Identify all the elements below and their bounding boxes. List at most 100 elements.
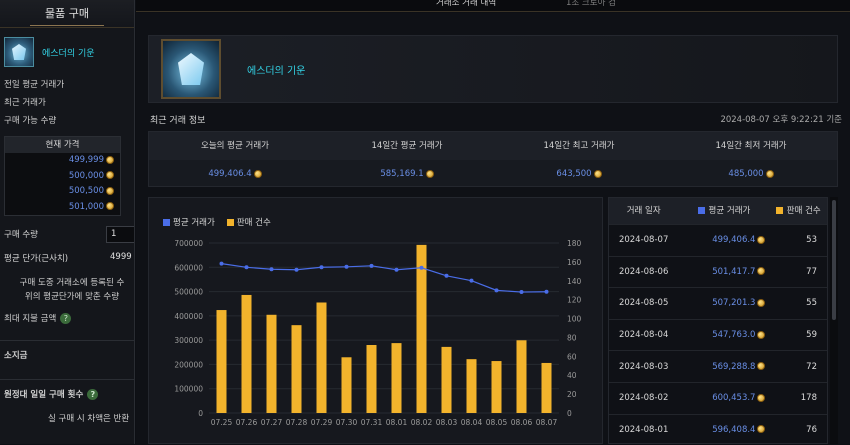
x-tick: 08.03 (436, 418, 458, 427)
row-count: 53 (806, 235, 817, 246)
line-point (494, 288, 499, 293)
price-chart-card: 평균 거래가 판매 건수 0 100000 200000 300000 400000 50… (148, 197, 603, 444)
y-tick-left: 400000 (174, 312, 203, 321)
table-body: 2024-08-07 499,406.4 53 2024-08-06 501,417.7… (609, 224, 827, 445)
trade-history-table: 거래 일자 평균 거래가 판매 건수 2024-08-07 499,406.4 53… (608, 197, 828, 444)
x-tick: 08.02 (411, 418, 433, 427)
item-row[interactable]: 에스더의 기운 (0, 28, 134, 76)
stats-header: 14일간 평균 거래가 (371, 141, 443, 151)
stats-value: 499,406.4 (149, 160, 321, 188)
line-point (394, 267, 399, 272)
x-tick: 07.28 (286, 418, 308, 427)
gold-coin-icon (757, 362, 766, 371)
x-tick: 08.07 (536, 418, 558, 427)
refund-notice: 실 구매 시 차액은 반환 (48, 414, 130, 424)
stats-value-text: 485,000 (728, 169, 764, 179)
table-scrollbar[interactable] (830, 197, 838, 444)
tab-other[interactable]: 1초 크로아 검 (566, 0, 616, 8)
bar (316, 302, 327, 413)
y-tick-right: 0 (567, 409, 572, 418)
price-value: 500,000 (68, 170, 104, 181)
item-hero: 에스더의 기운 (148, 35, 838, 103)
gold-coin-icon (757, 425, 766, 434)
line-point (519, 290, 524, 295)
help-icon[interactable]: ? (60, 313, 72, 324)
x-tick: 08.04 (461, 418, 483, 427)
stats-header: 14일간 최고 거래가 (543, 141, 615, 151)
trade-timestamp: 2024-08-07 오후 9:22:21 기준 (720, 115, 842, 125)
stats-value-text: 499,406.4 (208, 169, 252, 179)
help-icon[interactable]: ? (87, 389, 99, 400)
row-date: 2024-08-06 (618, 266, 669, 277)
gold-coin-icon (757, 330, 766, 339)
row-price: 547,763.0 (678, 330, 769, 340)
line-point (294, 267, 299, 272)
y-tick-left: 300000 (174, 336, 203, 345)
row-price-text: 600,453.7 (712, 393, 756, 404)
notice-line-1: 구매 도중 거래소에 등록된 수 (19, 278, 125, 288)
table-row[interactable]: 2024-08-01 596,408.4 76 (609, 413, 827, 445)
current-price-header: 현재 가격 (5, 137, 120, 153)
y-tick-right: 40 (567, 371, 577, 380)
table-row[interactable]: 2024-08-03 569,288.8 72 (609, 350, 827, 382)
x-tick: 07.31 (361, 418, 383, 427)
line-point (369, 263, 374, 268)
row-count: 76 (806, 424, 817, 435)
line-square-icon (697, 207, 705, 214)
bar (391, 343, 402, 413)
quantity-input[interactable]: 1 (106, 225, 134, 243)
bar (241, 294, 252, 413)
y-tick-left: 0 (198, 409, 203, 418)
price-line[interactable]: 499,999 (5, 153, 120, 169)
unit-price-row: 평균 단가(근사치) 4999 (0, 246, 134, 270)
table-row[interactable]: 2024-08-06 501,417.7 77 (609, 255, 827, 288)
notice-line-2: 위의 평균단가에 맞춘 수량 (24, 292, 120, 302)
line-point (469, 278, 474, 283)
col-date: 거래 일자 (626, 206, 661, 216)
bar (291, 325, 302, 413)
gold-coin-icon (106, 186, 114, 195)
bar (541, 362, 552, 413)
tab-trade-history[interactable]: 거래소 거래 내역 (436, 0, 496, 8)
line-point (244, 265, 249, 270)
price-line[interactable]: 500,500 (5, 184, 120, 200)
line-point (319, 265, 324, 270)
table-row[interactable]: 2024-08-02 600,453.7 178 (609, 381, 827, 414)
y-tick-left: 700000 (174, 239, 203, 248)
y-tick-left: 100000 (174, 385, 203, 394)
col-avg-price: 평균 거래가 (678, 198, 769, 224)
table-row[interactable]: 2024-08-04 547,763.0 59 (609, 318, 827, 351)
row-count: 178 (800, 393, 817, 404)
purchase-panel: 물품 구매 에스더의 기운 전일 평균 거래가 최근 거래가 구매 가능 수량 … (0, 0, 135, 444)
line-point (444, 273, 449, 278)
gold-coin-icon (757, 267, 766, 276)
scrollbar-thumb[interactable] (832, 200, 836, 320)
line-point (544, 289, 549, 294)
row-price-text: 499,406.4 (712, 235, 756, 246)
x-tick: 08.05 (486, 418, 508, 427)
row-price: 507,201.3 (678, 298, 769, 308)
table-row[interactable]: 2024-08-07 499,406.4 53 (609, 224, 827, 256)
y-tick-left: 500000 (174, 288, 203, 297)
y-tick-right: 160 (567, 258, 582, 267)
price-line[interactable]: 500,000 (5, 169, 120, 185)
table-row[interactable]: 2024-08-05 507,201.3 55 (609, 287, 827, 319)
price-chart: 0 100000 200000 300000 400000 500000 600000 700… (174, 239, 582, 427)
bar (491, 361, 502, 413)
col-sales-count-label: 판매 건수 (786, 206, 821, 216)
bar (341, 357, 352, 413)
quantity-row: 구매 수량 1 (0, 222, 134, 246)
gold-coin-icon (106, 171, 114, 179)
recent-trade-heading: 최근 거래 정보 (150, 116, 206, 126)
stats-value-text: 643,500 (556, 169, 592, 179)
row-price: 596,408.4 (678, 425, 769, 435)
max-pay-row: 최대 지불 금액? (0, 310, 134, 328)
price-value: 501,000 (68, 201, 104, 212)
gold-coin-icon (425, 169, 434, 178)
line-point (344, 264, 349, 269)
price-line[interactable]: 501,000 (5, 200, 120, 216)
stats-header: 14일간 최저 거래가 (715, 141, 787, 151)
row-price-text: 507,201.3 (712, 298, 756, 309)
x-tick: 07.29 (311, 418, 333, 427)
gold-coin-icon (253, 169, 262, 178)
